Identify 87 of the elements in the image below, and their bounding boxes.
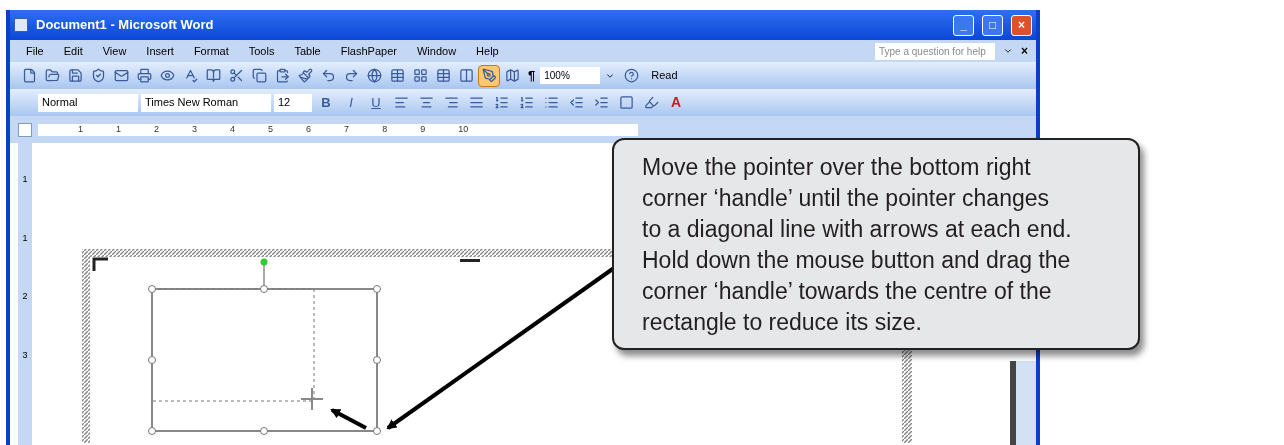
menu-item[interactable]: Edit: [63, 42, 83, 60]
window-title: Document1 - Microsoft Word: [36, 16, 215, 35]
paste-icon: [274, 68, 290, 83]
decrease-indent-icon: [568, 95, 584, 110]
menu-item[interactable]: Insert: [146, 42, 174, 60]
italic-button[interactable]: I: [340, 92, 362, 113]
redo-icon: [343, 68, 359, 83]
drawing-button[interactable]: [478, 64, 500, 87]
crosshair-cursor-icon: [300, 387, 324, 411]
ruler-number: 10: [458, 122, 469, 136]
ruler-number: 2: [154, 122, 160, 136]
sizing-handle[interactable]: [148, 285, 156, 293]
align-right-icon: [443, 95, 459, 110]
menu-item[interactable]: Help: [476, 42, 499, 60]
font-field[interactable]: Times New Roman: [141, 93, 271, 112]
sizing-handle[interactable]: [148, 427, 156, 435]
permission-icon: [90, 68, 106, 83]
menu-item[interactable]: Window: [416, 42, 457, 60]
ruler-number: 1: [78, 122, 83, 136]
tab-selector[interactable]: [18, 122, 32, 137]
hyperlink-icon: [366, 68, 382, 83]
sizing-handle[interactable]: [148, 356, 156, 364]
style-field[interactable]: Normal: [38, 93, 138, 112]
ruler-number: 3: [192, 122, 198, 136]
minimize-button[interactable]: _: [953, 14, 974, 36]
align-center-icon: [418, 95, 434, 110]
ruler-number: 3: [22, 348, 28, 362]
help-field[interactable]: Type a question for help: [875, 42, 995, 60]
sizing-handle[interactable]: [373, 427, 381, 435]
ruler-number: 5: [268, 122, 274, 136]
ruler-number: 7: [344, 122, 350, 136]
new-document-icon: [21, 68, 37, 83]
close-button[interactable]: ×: [1011, 14, 1032, 36]
save-icon: [67, 68, 83, 83]
ruler-number: 4: [230, 122, 236, 136]
justify-icon: [468, 95, 484, 110]
canvas-side-mark: [460, 259, 480, 262]
tables-icon: [389, 68, 405, 83]
menu-item[interactable]: Table: [294, 42, 321, 60]
undo-icon: [320, 68, 336, 83]
ruler-number: 9: [420, 122, 426, 136]
copy-icon: [251, 68, 267, 83]
menu-item[interactable]: Tools: [248, 42, 275, 60]
drawing-icon: [481, 68, 497, 83]
ruler-number: 8: [382, 122, 388, 136]
menu-item[interactable]: FlashPaper: [340, 42, 397, 60]
font-size-field[interactable]: 12: [274, 93, 312, 112]
menu-item[interactable]: Format: [193, 42, 229, 60]
pointer-arrow: [330, 408, 367, 430]
canvas-corner-mark: [92, 257, 108, 271]
sizing-handle[interactable]: [373, 285, 381, 293]
ruler-number: 6: [306, 122, 312, 136]
instruction-text: Move the pointer over the bottom right corner ‘handle’ until the pointer changes to a diagonal line with arrows at each end. Hold down the mouse button and drag the corner ‘handle’ towards the centre of the rectangle to reduce its size.: [642, 153, 1073, 337]
bold-button[interactable]: B: [315, 92, 337, 113]
print-icon: [136, 68, 152, 83]
columns-icon: [458, 68, 474, 83]
ruler-number: 2: [22, 290, 28, 303]
print-preview-icon: [159, 68, 175, 83]
cut-icon: [228, 68, 244, 83]
read-button[interactable]: Read: [643, 67, 686, 84]
maximize-button[interactable]: □: [982, 14, 1003, 36]
border-icon: [618, 95, 634, 110]
bullets-icon: [543, 95, 559, 110]
format-painter-icon: [297, 68, 313, 83]
document-icon: [14, 18, 28, 32]
menu-item[interactable]: View: [102, 42, 127, 60]
menu-item[interactable]: File: [26, 42, 44, 60]
sizing-handle[interactable]: [373, 356, 381, 364]
sizing-handle[interactable]: [260, 427, 268, 435]
align-left-icon: [393, 95, 409, 110]
zoom-field[interactable]: 100%: [540, 67, 601, 84]
document-map-icon: [504, 68, 520, 83]
ruler-number: 1: [22, 173, 28, 186]
help-icon: [623, 68, 639, 83]
folder-icon: [44, 68, 60, 83]
numbering-icon: [518, 95, 534, 110]
increase-indent-icon: [593, 95, 609, 110]
sizing-handle[interactable]: [260, 285, 268, 293]
close-document-button[interactable]: ×: [1021, 42, 1028, 60]
research-icon: [205, 68, 221, 83]
font-color-button[interactable]: A: [665, 92, 687, 113]
ruler-number: 1: [22, 231, 28, 245]
show-formatting-button[interactable]: ¶: [524, 65, 540, 86]
mail-icon: [113, 68, 129, 83]
dropdown-icon[interactable]: [1003, 46, 1013, 56]
ruler-number: 1: [116, 122, 122, 136]
underline-button[interactable]: U: [365, 92, 387, 113]
